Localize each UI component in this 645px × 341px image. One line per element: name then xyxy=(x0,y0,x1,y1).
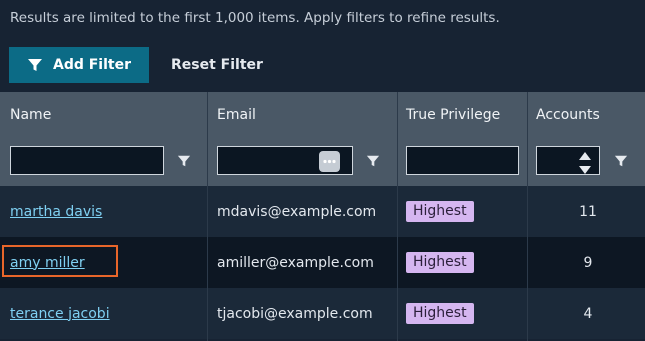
privilege-filter-input[interactable] xyxy=(406,146,519,175)
table-row: amy miller amiller@example.com Highest 9 xyxy=(0,237,645,288)
add-filter-button[interactable]: Add Filter xyxy=(9,47,149,83)
accounts-count: 4 xyxy=(583,305,593,322)
user-name-link[interactable]: martha davis xyxy=(10,204,102,220)
column-header-privilege[interactable]: True Privilege xyxy=(406,107,500,123)
accounts-filter-funnel-icon[interactable] xyxy=(614,154,628,168)
name-filter-funnel-icon[interactable] xyxy=(177,154,191,168)
column-header-accounts[interactable]: Accounts xyxy=(536,107,600,123)
table-header: Name Email True Privilege Accounts xyxy=(0,92,645,186)
add-filter-label: Add Filter xyxy=(52,57,131,73)
users-table: Name Email True Privilege Accounts marth xyxy=(0,92,645,341)
column-divider xyxy=(207,92,208,341)
accounts-count: 11 xyxy=(579,203,597,220)
more-dots-icon[interactable] xyxy=(319,151,340,172)
table-row: terance jacobi tjacobi@example.com Highe… xyxy=(0,288,645,339)
table-row: martha davis mdavis@example.com Highest … xyxy=(0,186,645,237)
accounts-count: 9 xyxy=(583,254,593,271)
user-email: tjacobi@example.com xyxy=(217,305,373,322)
reset-filter-button[interactable]: Reset Filter xyxy=(171,57,263,73)
column-header-name[interactable]: Name xyxy=(10,107,51,123)
funnel-icon xyxy=(27,59,42,71)
name-filter-input[interactable] xyxy=(10,146,164,175)
column-divider xyxy=(527,92,528,341)
results-limit-notice: Results are limited to the first 1,000 i… xyxy=(10,10,500,26)
email-filter-funnel-icon[interactable] xyxy=(366,154,380,168)
spinner-arrows-icon[interactable] xyxy=(576,150,594,176)
toolbar: Add Filter Reset Filter xyxy=(9,47,263,83)
privilege-badge: Highest xyxy=(406,252,474,273)
user-name-link[interactable]: terance jacobi xyxy=(10,306,110,322)
privilege-badge: Highest xyxy=(406,303,474,324)
user-email: mdavis@example.com xyxy=(217,203,377,220)
column-divider xyxy=(397,92,398,341)
user-email: amiller@example.com xyxy=(217,254,374,271)
user-name-link[interactable]: amy miller xyxy=(10,255,85,271)
column-header-email[interactable]: Email xyxy=(217,107,256,123)
privilege-badge: Highest xyxy=(406,201,474,222)
